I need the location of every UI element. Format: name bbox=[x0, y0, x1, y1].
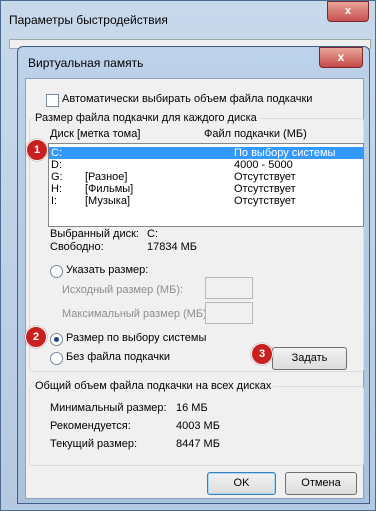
drive-pagefile: 4000 - 5000 bbox=[234, 159, 293, 171]
outer-window-title: Параметры быстродействия bbox=[9, 13, 168, 27]
column-pagefile-header: Файл подкачки (МБ) bbox=[204, 128, 307, 140]
initial-size-label: Исходный размер (МБ): bbox=[62, 284, 184, 296]
current-size-value: 8447 МБ bbox=[176, 438, 220, 450]
system-size-radio[interactable] bbox=[50, 333, 63, 346]
max-size-input[interactable] bbox=[205, 302, 253, 324]
drive-label: [Музыка] bbox=[85, 195, 131, 207]
outer-close-button[interactable]: x bbox=[327, 1, 369, 22]
dialog-title: Виртуальная память bbox=[28, 56, 144, 70]
selected-disk-label: Выбранный диск: bbox=[50, 228, 139, 240]
drive-letter: I: bbox=[51, 195, 58, 207]
drive-row-g[interactable]: G: [Разное] Отсутствует bbox=[49, 171, 363, 183]
annotation-badge-3: 3 bbox=[251, 343, 273, 365]
custom-size-radio[interactable] bbox=[50, 265, 63, 278]
drive-letter: G: bbox=[51, 171, 63, 183]
auto-pagefile-checkbox[interactable] bbox=[46, 94, 59, 107]
free-space-label: Свободно: bbox=[50, 241, 104, 253]
column-disk-header: Диск [метка тома] bbox=[50, 128, 141, 140]
per-disk-group-label: Размер файла подкачки для каждого диска bbox=[33, 112, 259, 124]
drive-label: [Фильмы] bbox=[85, 183, 134, 195]
drive-row-d[interactable]: D: 4000 - 5000 bbox=[49, 159, 363, 171]
min-size-value: 16 МБ bbox=[176, 402, 208, 414]
drive-pagefile: Отсутствует bbox=[234, 183, 296, 195]
cancel-button[interactable]: Отмена bbox=[285, 472, 357, 495]
recommended-label: Рекомендуется: bbox=[50, 420, 131, 432]
selected-disk-value: C: bbox=[147, 228, 158, 240]
min-size-label: Минимальный размер: bbox=[50, 402, 167, 414]
drive-pagefile: Отсутствует bbox=[234, 195, 296, 207]
drive-row-c[interactable]: C: По выбору системы bbox=[49, 147, 363, 159]
current-size-label: Текущий размер: bbox=[50, 438, 138, 450]
free-space-value: 17834 МБ bbox=[147, 241, 198, 253]
recommended-value: 4003 МБ bbox=[176, 420, 220, 432]
no-pagefile-label: Без файла подкачки bbox=[66, 351, 170, 363]
drive-pagefile: Отсутствует bbox=[234, 171, 296, 183]
drive-letter: D: bbox=[51, 159, 62, 171]
drive-row-i[interactable]: I: [Музыка] Отсутствует bbox=[49, 195, 363, 207]
drive-letter: H: bbox=[51, 183, 62, 195]
auto-pagefile-label: Автоматически выбирать объем файла подка… bbox=[62, 93, 313, 105]
set-button[interactable]: Задать bbox=[272, 347, 347, 370]
no-pagefile-radio[interactable] bbox=[50, 352, 63, 365]
annotation-badge-1: 1 bbox=[26, 139, 48, 161]
dialog-close-button[interactable]: x bbox=[319, 47, 363, 68]
drive-letter: C: bbox=[51, 147, 62, 159]
total-pagefile-group-label: Общий объем файла подкачки на всех диска… bbox=[33, 380, 274, 392]
drive-list[interactable]: C: По выбору системы D: 4000 - 5000 G: [… bbox=[48, 143, 364, 227]
custom-size-label: Указать размер: bbox=[66, 264, 149, 276]
system-size-label: Размер по выбору системы bbox=[66, 332, 207, 344]
max-size-label: Максимальный размер (МБ): bbox=[62, 308, 210, 320]
drive-row-h[interactable]: H: [Фильмы] Отсутствует bbox=[49, 183, 363, 195]
drive-label: [Разное] bbox=[85, 171, 128, 183]
annotation-badge-2: 2 bbox=[25, 326, 47, 348]
ok-button[interactable]: OK bbox=[207, 472, 276, 495]
initial-size-input[interactable] bbox=[205, 277, 253, 299]
drive-pagefile: По выбору системы bbox=[234, 147, 336, 159]
